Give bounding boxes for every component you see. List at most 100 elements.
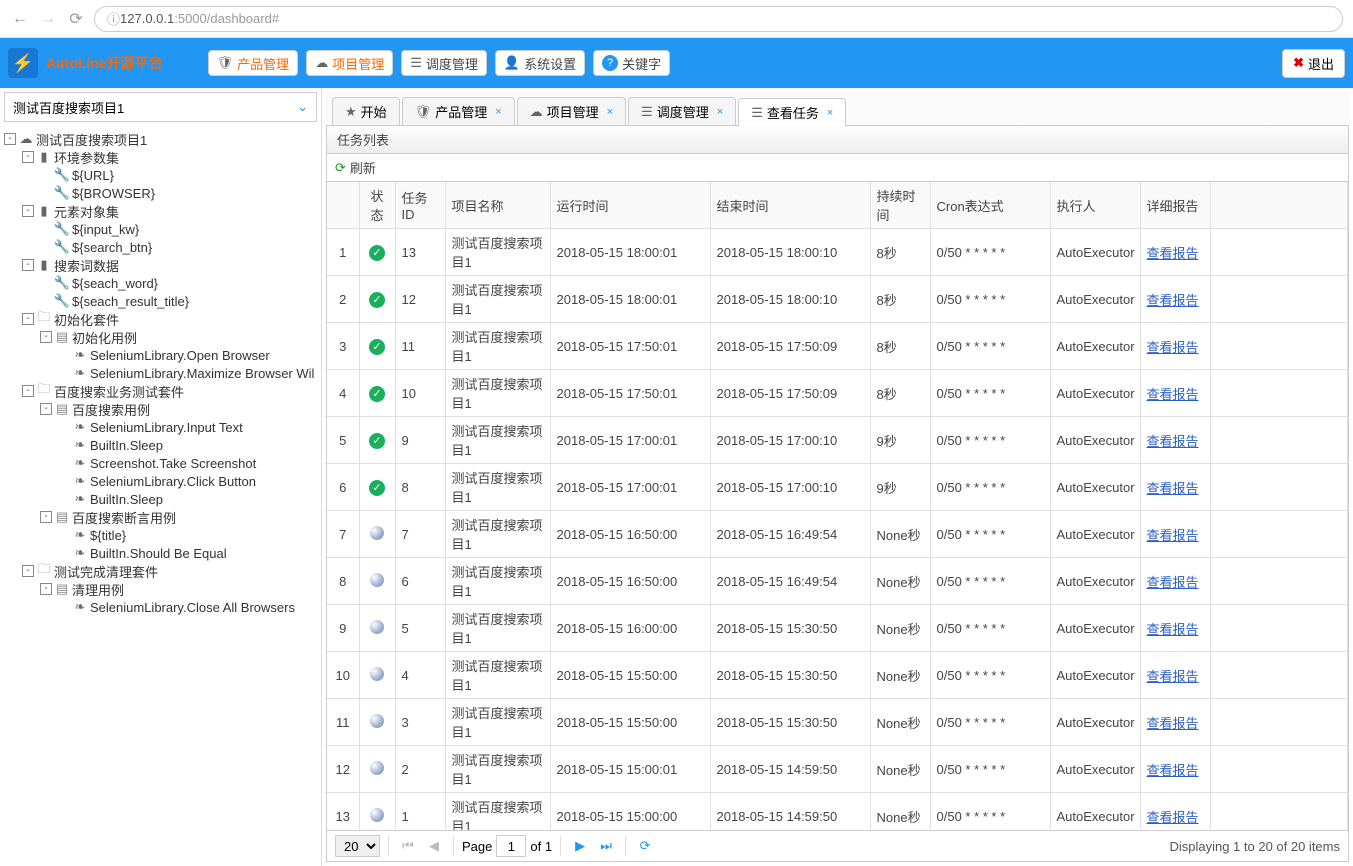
tree-toggle-icon[interactable]: -	[22, 385, 34, 397]
system-button[interactable]: 👤系统设置	[495, 50, 585, 76]
tree-node[interactable]: ❧SeleniumLibrary.Close All Browsers	[0, 598, 321, 616]
tree-node[interactable]: ❧SeleniumLibrary.Input Text	[0, 418, 321, 436]
col-header[interactable]	[327, 182, 359, 229]
col-header[interactable]: 项目名称	[445, 182, 550, 229]
back-button[interactable]: ←	[10, 9, 30, 29]
view-report-link[interactable]: 查看报告	[1147, 387, 1199, 402]
view-report-link[interactable]: 查看报告	[1147, 340, 1199, 355]
tree-node[interactable]: -▤百度搜索用例	[0, 400, 321, 418]
reload-button[interactable]: ⟳	[66, 9, 86, 29]
table-row[interactable]: 95测试百度搜索项目12018-05-15 16:00:002018-05-15…	[327, 605, 1348, 652]
tree-toggle-icon[interactable]: -	[40, 403, 52, 415]
tab-产品管理[interactable]: 🛡产品管理×	[402, 97, 515, 125]
table-row[interactable]: 6✓8测试百度搜索项目12018-05-15 17:00:012018-05-1…	[327, 464, 1348, 511]
tab-close-icon[interactable]: ×	[717, 106, 723, 118]
prev-page-button[interactable]: ◀	[423, 835, 445, 857]
tree-node[interactable]: -🗀测试完成清理套件	[0, 562, 321, 580]
view-report-link[interactable]: 查看报告	[1147, 481, 1199, 496]
tree-node[interactable]: -▤初始化用例	[0, 328, 321, 346]
tab-查看任务[interactable]: ☰查看任务×	[738, 98, 846, 126]
view-report-link[interactable]: 查看报告	[1147, 246, 1199, 261]
tree-toggle-icon[interactable]: -	[40, 511, 52, 523]
view-report-link[interactable]: 查看报告	[1147, 528, 1199, 543]
col-header[interactable]: Cron表达式	[930, 182, 1050, 229]
tree-node[interactable]: ❧SeleniumLibrary.Click Button	[0, 472, 321, 490]
tree-node[interactable]: -▮搜索词数据	[0, 256, 321, 274]
tree-node[interactable]: ❧BuiltIn.Sleep	[0, 490, 321, 508]
tree-node[interactable]: -🗀百度搜索业务测试套件	[0, 382, 321, 400]
tree-node[interactable]: ❧SeleniumLibrary.Open Browser	[0, 346, 321, 364]
tree-toggle-icon[interactable]: -	[40, 583, 52, 595]
tree-node[interactable]: 🔧${seach_word}	[0, 274, 321, 292]
schedule-button[interactable]: ☰调度管理	[401, 50, 487, 76]
tree-toggle-icon[interactable]: -	[22, 565, 34, 577]
next-page-button[interactable]: ▶	[569, 835, 591, 857]
table-row[interactable]: 104测试百度搜索项目12018-05-15 15:50:002018-05-1…	[327, 652, 1348, 699]
col-header[interactable]: 详细报告	[1140, 182, 1210, 229]
view-report-link[interactable]: 查看报告	[1147, 810, 1199, 825]
tree-node[interactable]: 🔧${BROWSER}	[0, 184, 321, 202]
first-page-button[interactable]: ⏮	[397, 835, 419, 857]
reload-grid-button[interactable]: ⟳	[634, 835, 656, 857]
table-row[interactable]: 113测试百度搜索项目12018-05-15 15:50:002018-05-1…	[327, 699, 1348, 746]
table-row[interactable]: 4✓10测试百度搜索项目12018-05-15 17:50:012018-05-…	[327, 370, 1348, 417]
refresh-icon[interactable]: ⟳	[335, 160, 346, 176]
tree-toggle-icon[interactable]: -	[22, 151, 34, 163]
page-size-select[interactable]: 20	[335, 835, 380, 857]
col-header[interactable]: 任务ID	[395, 182, 445, 229]
tree-node[interactable]: ❧BuiltIn.Sleep	[0, 436, 321, 454]
logout-button[interactable]: ✖退出	[1282, 49, 1345, 78]
table-row[interactable]: 5✓9测试百度搜索项目12018-05-15 17:00:012018-05-1…	[327, 417, 1348, 464]
product-button[interactable]: 🛡产品管理	[208, 50, 299, 76]
tab-项目管理[interactable]: ☁项目管理×	[517, 97, 626, 125]
tab-开始[interactable]: ★开始	[332, 97, 400, 125]
project-button[interactable]: ☁项目管理	[306, 50, 393, 76]
page-input[interactable]	[496, 835, 526, 857]
view-report-link[interactable]: 查看报告	[1147, 575, 1199, 590]
tree-toggle-icon[interactable]: -	[40, 331, 52, 343]
view-report-link[interactable]: 查看报告	[1147, 434, 1199, 449]
last-page-button[interactable]: ⏭	[595, 835, 617, 857]
tree-toggle-icon[interactable]: -	[22, 205, 34, 217]
table-row[interactable]: 1✓13测试百度搜索项目12018-05-15 18:00:012018-05-…	[327, 229, 1348, 276]
view-report-link[interactable]: 查看报告	[1147, 716, 1199, 731]
table-row[interactable]: 131测试百度搜索项目12018-05-15 15:00:002018-05-1…	[327, 793, 1348, 831]
tree-node[interactable]: -▮环境参数集	[0, 148, 321, 166]
tree-node[interactable]: 🔧${URL}	[0, 166, 321, 184]
col-header[interactable]: 状态	[359, 182, 395, 229]
table-row[interactable]: 2✓12测试百度搜索项目12018-05-15 18:00:012018-05-…	[327, 276, 1348, 323]
view-report-link[interactable]: 查看报告	[1147, 669, 1199, 684]
table-row[interactable]: 122测试百度搜索项目12018-05-15 15:00:012018-05-1…	[327, 746, 1348, 793]
tree-node[interactable]: -☁测试百度搜索项目1	[0, 130, 321, 148]
col-header[interactable]: 执行人	[1050, 182, 1140, 229]
tree-node[interactable]: 🔧${search_btn}	[0, 238, 321, 256]
view-report-link[interactable]: 查看报告	[1147, 622, 1199, 637]
tree-node[interactable]: 🔧${input_kw}	[0, 220, 321, 238]
col-header[interactable]: 持续时间	[870, 182, 930, 229]
keyword-button[interactable]: ?关键字	[593, 50, 670, 76]
tree-node[interactable]: -🗀初始化套件	[0, 310, 321, 328]
table-row[interactable]: 86测试百度搜索项目12018-05-15 16:50:002018-05-15…	[327, 558, 1348, 605]
forward-button[interactable]: →	[38, 9, 58, 29]
view-report-link[interactable]: 查看报告	[1147, 763, 1199, 778]
tree-node[interactable]: ❧${title}	[0, 526, 321, 544]
tree-toggle-icon[interactable]: -	[22, 259, 34, 271]
table-row[interactable]: 77测试百度搜索项目12018-05-15 16:50:002018-05-15…	[327, 511, 1348, 558]
tab-调度管理[interactable]: ☰调度管理×	[628, 97, 736, 125]
project-select[interactable]: 测试百度搜索项目1 ⌄	[4, 92, 317, 122]
tree-toggle-icon[interactable]: -	[22, 313, 34, 325]
tree-node[interactable]: -▮元素对象集	[0, 202, 321, 220]
col-header[interactable]: 结束时间	[710, 182, 870, 229]
col-header[interactable]: 运行时间	[550, 182, 710, 229]
tree-node[interactable]: ❧Screenshot.Take Screenshot	[0, 454, 321, 472]
tab-close-icon[interactable]: ×	[495, 106, 501, 118]
tree-node[interactable]: -▤清理用例	[0, 580, 321, 598]
refresh-label[interactable]: 刷新	[350, 158, 376, 177]
url-bar[interactable]: ⓘ 127.0.0.1 :5000/dashboard#	[94, 6, 1343, 32]
tree-toggle-icon[interactable]: -	[4, 133, 16, 145]
view-report-link[interactable]: 查看报告	[1147, 293, 1199, 308]
tab-close-icon[interactable]: ×	[827, 107, 833, 119]
table-row[interactable]: 3✓11测试百度搜索项目12018-05-15 17:50:012018-05-…	[327, 323, 1348, 370]
tree-node[interactable]: -▤百度搜索断言用例	[0, 508, 321, 526]
tab-close-icon[interactable]: ×	[607, 106, 613, 118]
